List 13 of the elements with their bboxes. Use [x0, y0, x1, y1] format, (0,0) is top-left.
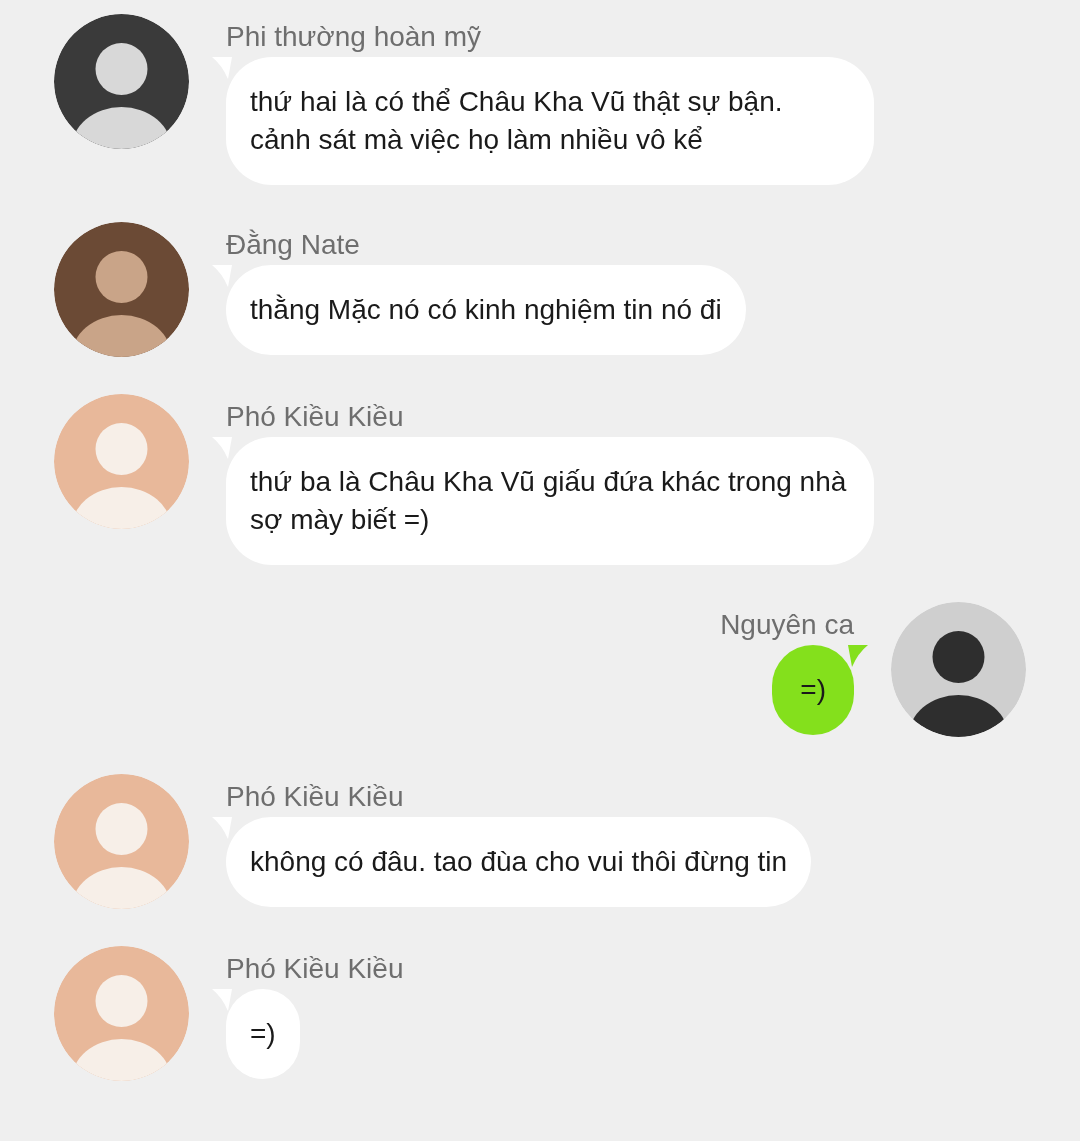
- message-bubble: thằng Mặc nó có kinh nghiệm tin nó đi: [226, 265, 746, 355]
- sender-name: Đằng Nate: [226, 228, 360, 262]
- bubble-tail: [848, 645, 868, 667]
- message-bubble: thứ hai là có thể Châu Kha Vũ thật sự bận. cảnh sát mà việc họ làm nhiều vô kể: [226, 57, 874, 185]
- message-bubble: không có đâu. tao đùa cho vui thôi đừng tin: [226, 817, 812, 907]
- sender-name: Phó Kiều Kiều: [226, 400, 404, 434]
- sender-name: Phó Kiều Kiều: [226, 780, 404, 814]
- sender-name: Phi thường hoàn mỹ: [226, 20, 482, 54]
- message-bubble: =): [772, 645, 854, 735]
- sender-name: Phó Kiều Kiều: [226, 952, 404, 986]
- sender-name: Nguyên ca: [720, 608, 854, 642]
- message-bubble: thứ ba là Châu Kha Vũ giấu đứa khác trong nhà sợ mày biết =): [226, 437, 874, 565]
- message-bubble: =): [226, 989, 300, 1079]
